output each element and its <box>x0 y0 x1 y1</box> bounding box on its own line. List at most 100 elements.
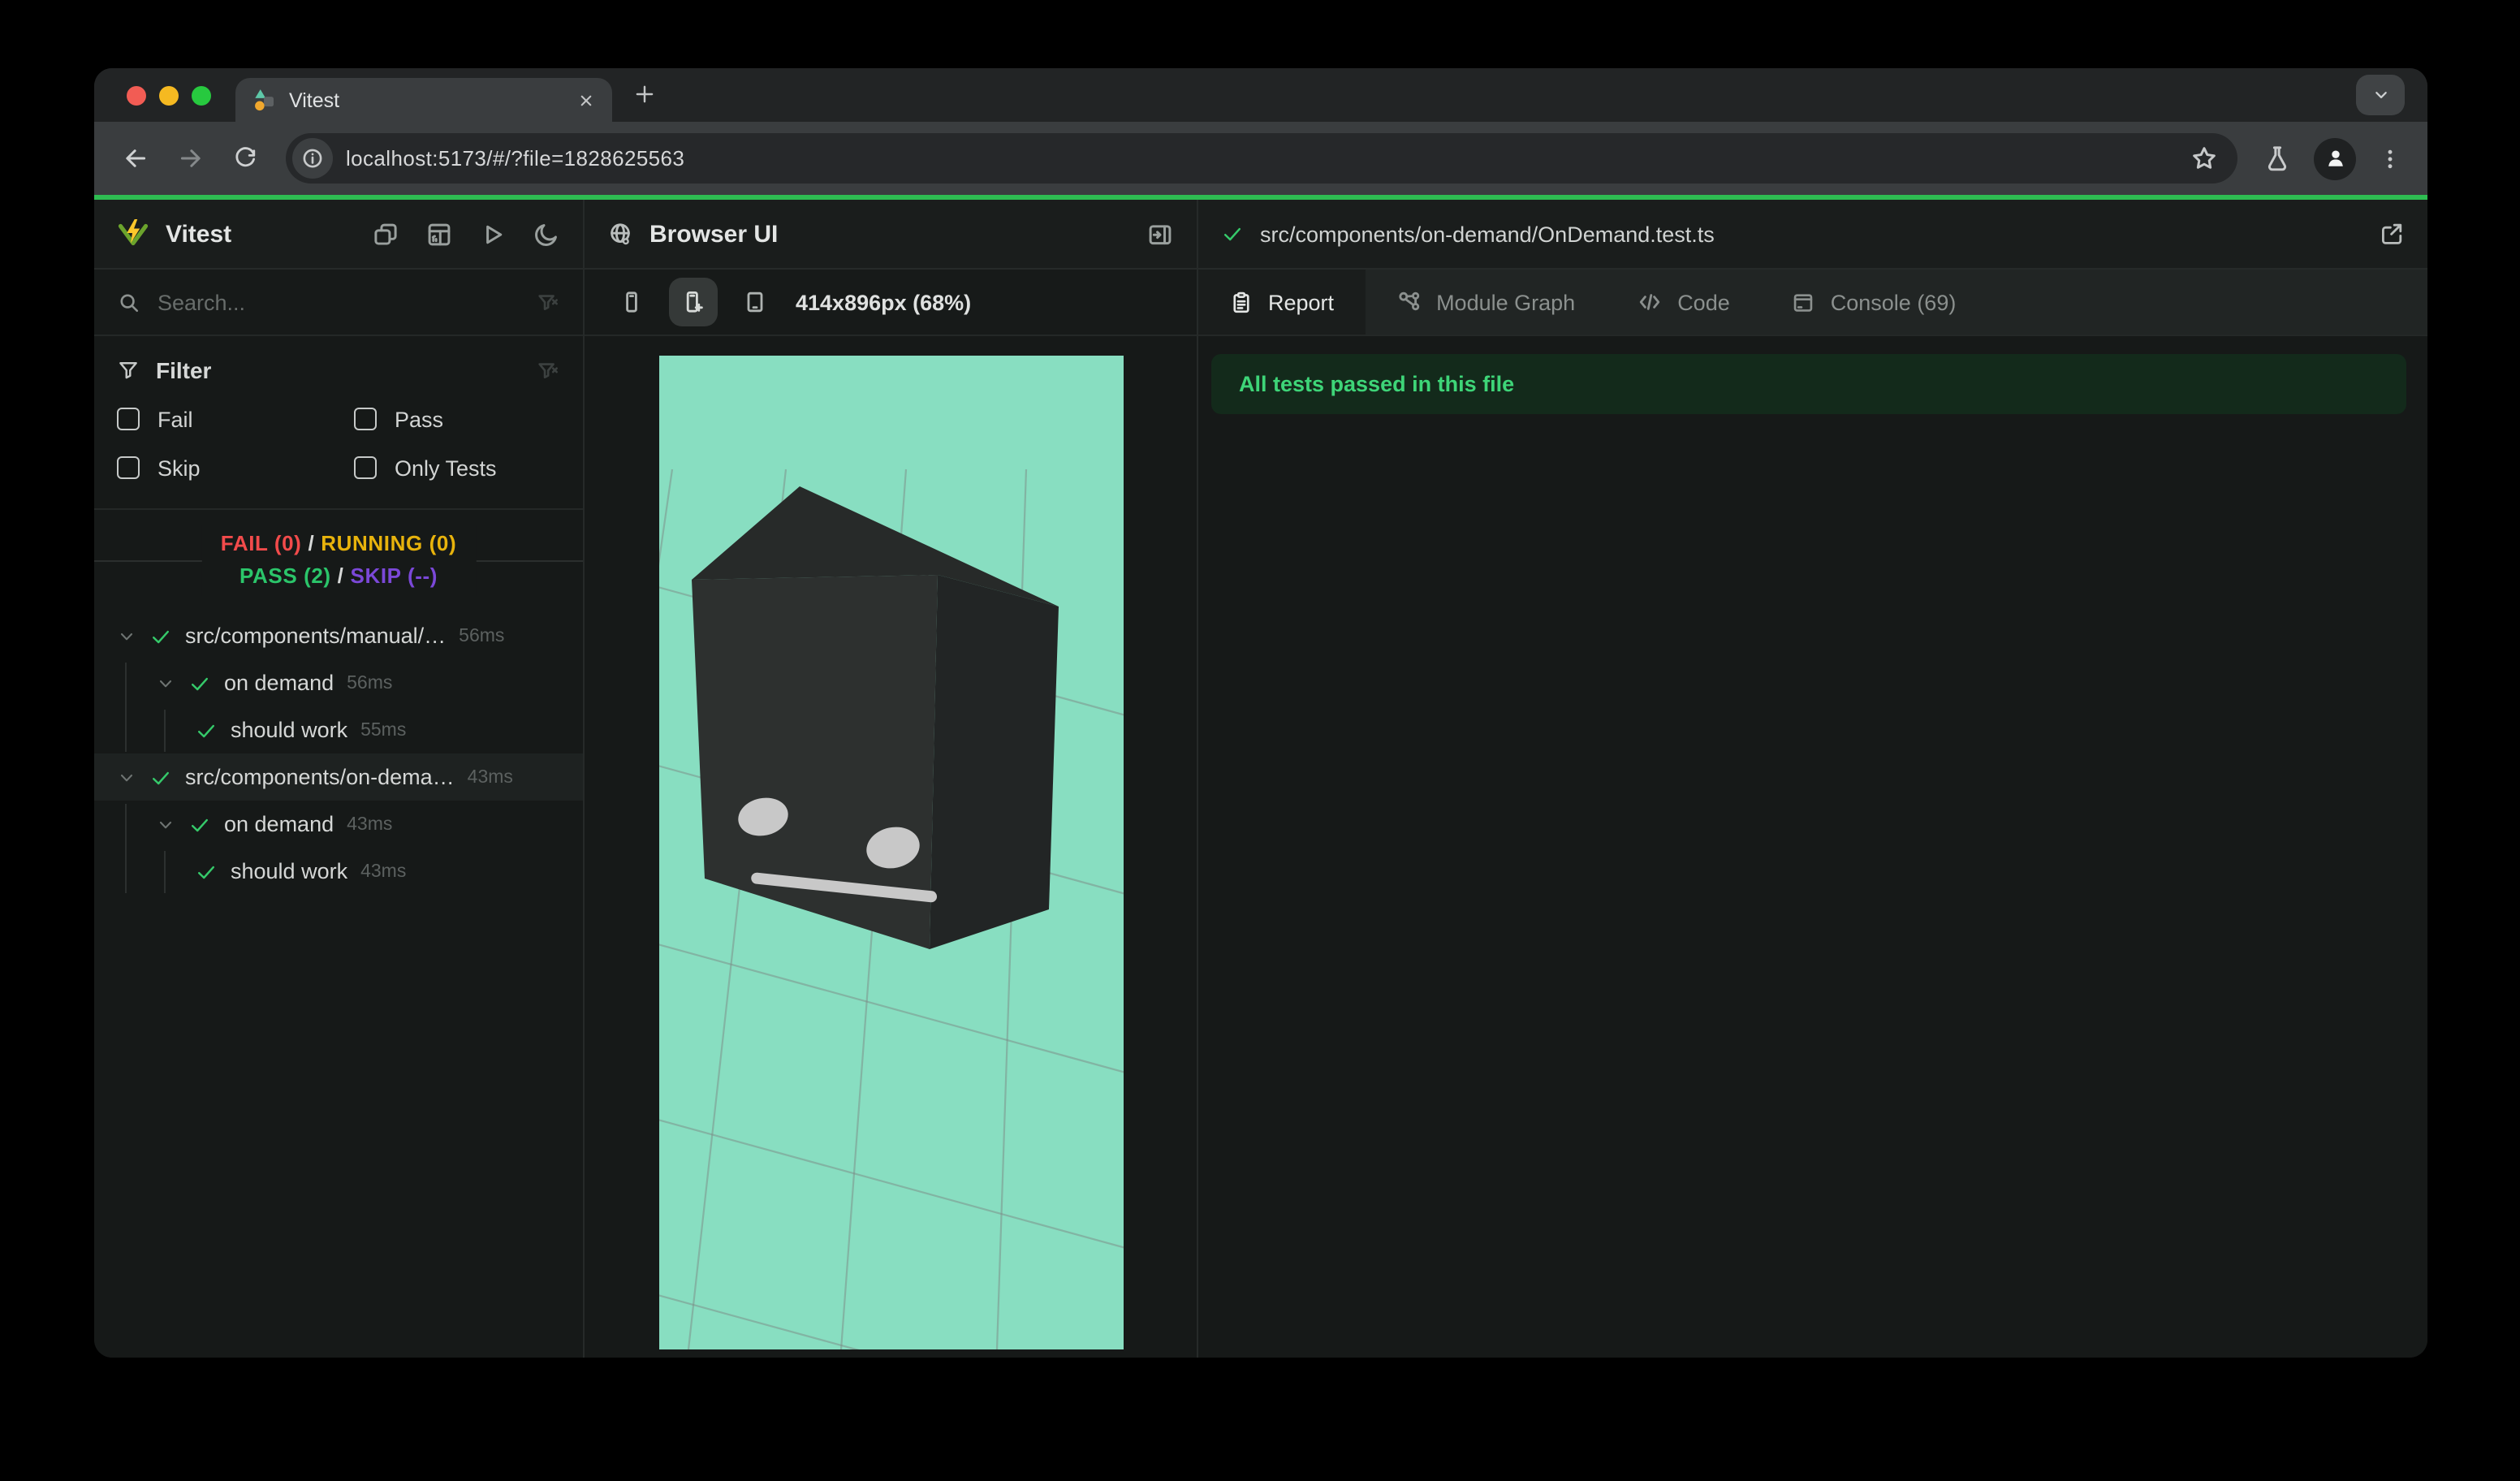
test-file-row[interactable]: src/components/on-dema… 43ms <box>94 753 583 801</box>
play-button[interactable] <box>479 220 507 248</box>
filter-option-only-tests[interactable]: Only Tests <box>354 443 560 492</box>
toolbar-actions <box>2263 137 2401 179</box>
tab-label: Code <box>1677 290 1730 314</box>
tab-report[interactable]: Report <box>1198 270 1366 335</box>
test-tree: src/components/manual/… 56ms on demand 56ms… <box>94 611 583 1358</box>
filter-option-fail[interactable]: Fail <box>117 395 354 443</box>
address-bar[interactable]: localhost:5173/#/?file=1828625563 <box>286 133 2237 184</box>
pass-check-icon <box>195 719 218 741</box>
search-icon <box>117 290 141 314</box>
pass-check-icon <box>149 766 172 788</box>
open-in-editor-icon[interactable] <box>2379 221 2405 247</box>
browser-tab[interactable]: Vitest <box>235 78 612 122</box>
browser-window: Vitest localhost:5173/#/?file=1828625563 <box>94 68 2427 1358</box>
preview-area <box>585 336 1197 1358</box>
profile-avatar[interactable] <box>2314 137 2356 179</box>
vitest-logo-icon <box>117 218 149 250</box>
filter-options: Fail Pass Skip Only Tests <box>117 395 560 492</box>
clipboard-icon <box>1229 290 1254 314</box>
window-controls <box>127 85 211 105</box>
search-input[interactable]: Search... <box>158 290 536 314</box>
minimize-window-button[interactable] <box>159 85 179 105</box>
tab-module-graph[interactable]: Module Graph <box>1365 270 1606 335</box>
checkbox-label: Skip <box>158 456 201 480</box>
summary-separator: / <box>308 531 315 555</box>
back-button[interactable] <box>110 134 159 183</box>
reload-button[interactable] <box>221 134 270 183</box>
test-duration: 43ms <box>360 861 407 881</box>
clear-search-filter-icon[interactable] <box>536 290 560 314</box>
checkbox-label: Only Tests <box>395 456 497 480</box>
chevron-down-icon[interactable] <box>156 673 175 693</box>
moon-button[interactable] <box>533 220 560 248</box>
report-panel: src/components/on-demand/OnDemand.test.t… <box>1198 200 2427 1358</box>
test-label: src/components/manual/… <box>185 624 447 648</box>
file-passed-check-icon <box>1221 222 1244 245</box>
indent-guide <box>164 710 166 752</box>
new-tab-button[interactable] <box>633 83 656 106</box>
fail-count: FAIL (0) <box>220 531 302 555</box>
filter-heading: Filter <box>156 357 212 383</box>
test-suite-row[interactable]: on demand 56ms <box>94 659 583 706</box>
file-path: src/components/on-demand/OnDemand.test.t… <box>1260 222 1715 246</box>
zoom-window-button[interactable] <box>192 85 211 105</box>
filter-option-skip[interactable]: Skip <box>117 443 354 492</box>
test-file-row[interactable]: src/components/manual/… 56ms <box>94 612 583 659</box>
test-case-row[interactable]: should work 43ms <box>94 848 583 895</box>
checkbox[interactable] <box>354 408 377 430</box>
site-info-icon[interactable] <box>292 138 333 179</box>
close-window-button[interactable] <box>127 85 146 105</box>
test-label: src/components/on-dema… <box>185 765 455 789</box>
checkbox[interactable] <box>354 456 377 479</box>
code-icon <box>1637 289 1663 315</box>
tab-title: Vitest <box>289 89 340 111</box>
test-label: should work <box>231 718 348 742</box>
module-graph-icon <box>1396 289 1422 315</box>
chevron-down-icon[interactable] <box>156 814 175 834</box>
browser-preview-panel: Browser UI 414x896px (68%) <box>585 200 1198 1358</box>
phone-plus-viewport-button[interactable] <box>669 278 718 326</box>
tab-code[interactable]: Code <box>1606 270 1761 335</box>
chevron-down-icon[interactable] <box>117 626 136 646</box>
checkbox[interactable] <box>117 408 140 430</box>
indent-guide <box>164 851 166 893</box>
indent-guide <box>125 663 127 752</box>
checkbox-label: Fail <box>158 407 193 431</box>
experiments-flask-icon[interactable] <box>2263 145 2291 172</box>
test-duration: 43ms <box>347 814 393 834</box>
tablet-minus-viewport-button[interactable] <box>731 278 779 326</box>
test-label: on demand <box>224 812 334 836</box>
browser-toolbar: localhost:5173/#/?file=1828625563 <box>94 122 2427 195</box>
collapse-panel-icon[interactable] <box>1146 220 1174 248</box>
screen: Vitest localhost:5173/#/?file=1828625563 <box>0 0 2520 1481</box>
test-duration: 43ms <box>467 767 513 787</box>
sidebar-header: Vitest <box>94 200 583 270</box>
preview-canvas[interactable] <box>658 356 1123 1349</box>
filter-option-pass[interactable]: Pass <box>354 395 560 443</box>
sidebar: Vitest Search... Filter Fail Pass Skip O… <box>94 200 585 1358</box>
forward-button[interactable] <box>166 134 214 183</box>
tab-search-button[interactable] <box>2356 75 2405 115</box>
pass-check-icon <box>195 860 218 883</box>
indent-guide <box>125 804 127 893</box>
search-bar[interactable]: Search... <box>94 270 583 336</box>
cube-scene <box>658 468 1123 1349</box>
tab-console-69-[interactable]: Console (69) <box>1761 270 1987 335</box>
browser-menu-icon[interactable] <box>2379 147 2401 170</box>
tab-label: Module Graph <box>1436 290 1576 314</box>
chevron-down-icon[interactable] <box>117 767 136 787</box>
filter-panel: Filter Fail Pass Skip Only Tests <box>94 336 583 510</box>
skip-count: SKIP (--) <box>350 563 438 588</box>
bookmark-star-icon[interactable] <box>2190 145 2218 172</box>
run-summary: FAIL (0) / RUNNING (0) PASS (2) / SKIP (--) <box>94 510 583 611</box>
checkbox[interactable] <box>117 456 140 479</box>
test-suite-row[interactable]: on demand 43ms <box>94 801 583 848</box>
tab-label: Console (69) <box>1830 290 1957 314</box>
clear-filter-icon[interactable] <box>536 358 560 382</box>
vitest-ui: Vitest Search... Filter Fail Pass Skip O… <box>94 200 2427 1358</box>
close-tab-icon[interactable] <box>576 90 596 110</box>
test-case-row[interactable]: should work 55ms <box>94 706 583 753</box>
windows-button[interactable] <box>372 220 399 248</box>
report-grid-button[interactable] <box>425 220 453 248</box>
phone-viewport-button[interactable] <box>607 278 656 326</box>
